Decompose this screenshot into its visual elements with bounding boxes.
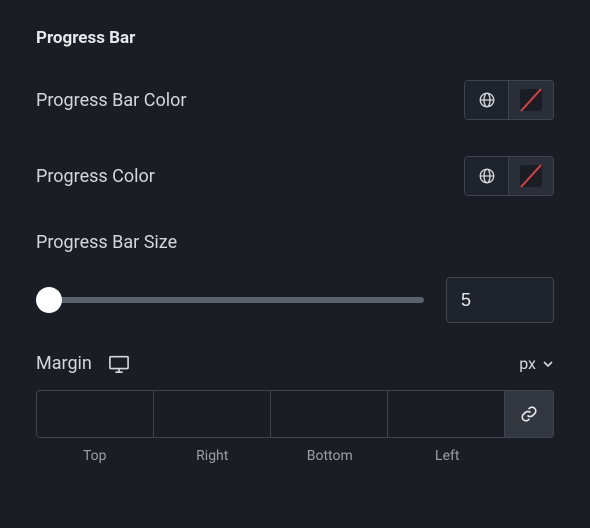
color-swatch-empty xyxy=(520,165,542,187)
progress-bar-color-swatch[interactable] xyxy=(509,81,553,119)
globe-icon xyxy=(478,91,496,109)
margin-bottom-label: Bottom xyxy=(271,448,389,464)
link-icon xyxy=(520,405,538,423)
row-progress-bar-color: Progress Bar Color xyxy=(36,80,554,120)
row-progress-color: Progress Color xyxy=(36,156,554,196)
progress-bar-size-input[interactable] xyxy=(446,277,554,323)
margin-right-label: Right xyxy=(154,448,272,464)
desktop-icon xyxy=(108,354,130,374)
margin-left-input[interactable] xyxy=(388,391,504,437)
responsive-device-button[interactable] xyxy=(108,354,130,374)
margin-unit-select[interactable]: px xyxy=(519,354,554,373)
margin-link-button[interactable] xyxy=(505,391,553,437)
chevron-down-icon xyxy=(542,358,554,370)
globe-icon xyxy=(478,167,496,185)
progress-color-global-button[interactable] xyxy=(465,157,509,195)
margin-right-input[interactable] xyxy=(154,391,270,437)
progress-bar-color-label: Progress Bar Color xyxy=(36,90,186,111)
slider-thumb[interactable] xyxy=(36,287,62,313)
progress-color-label: Progress Color xyxy=(36,166,155,187)
progress-bar-color-control xyxy=(464,80,554,120)
progress-color-control xyxy=(464,156,554,196)
progress-bar-color-global-button[interactable] xyxy=(465,81,509,119)
margin-side-labels: Top Right Bottom Left xyxy=(36,448,554,464)
margin-bottom-input[interactable] xyxy=(271,391,387,437)
progress-bar-size-slider[interactable] xyxy=(36,286,424,314)
margin-inputs xyxy=(36,390,554,438)
margin-label: Margin xyxy=(36,353,92,374)
row-margin: Margin px T xyxy=(36,353,554,464)
margin-top-input[interactable] xyxy=(37,391,153,437)
slider-track xyxy=(36,297,424,303)
progress-color-swatch[interactable] xyxy=(509,157,553,195)
margin-top-label: Top xyxy=(36,448,154,464)
row-progress-bar-size: Progress Bar Size xyxy=(36,232,554,323)
progress-bar-size-label: Progress Bar Size xyxy=(36,232,554,253)
margin-unit-value: px xyxy=(519,354,536,373)
margin-left-label: Left xyxy=(389,448,507,464)
color-swatch-empty xyxy=(520,89,542,111)
section-title: Progress Bar xyxy=(36,28,554,48)
